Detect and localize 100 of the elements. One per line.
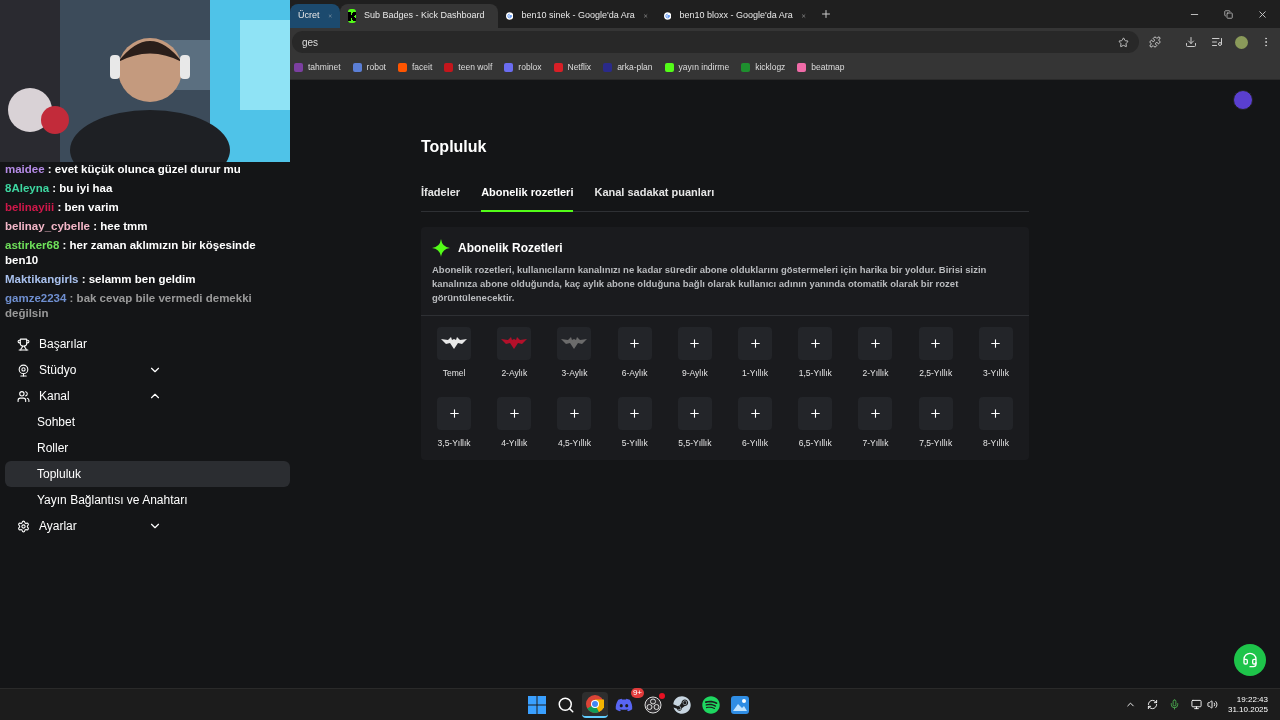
badge-label: 7-Yıllık bbox=[862, 437, 889, 450]
chat-message: belinay_cybelle : hee tmm bbox=[5, 219, 149, 234]
badge-label: 3-Aylık bbox=[561, 366, 588, 380]
address-bar[interactable]: ges bbox=[292, 31, 1139, 53]
browser-tab[interactable]: ben10 bloxx - Google'da Ara bbox=[656, 4, 814, 28]
bookmark[interactable]: robot bbox=[352, 61, 386, 74]
headset-icon bbox=[1242, 652, 1258, 668]
sidebar-item[interactable]: Ayarlar bbox=[5, 513, 290, 539]
bookmark[interactable]: kicklogz bbox=[741, 61, 786, 74]
badge-label: 3,5-Yıllık bbox=[437, 437, 471, 450]
card-description: Abonelik rozetleri, kullanıcıların kanalınızı ne kadar süredir abone olduklarını göstermeleri için harika bir yoldur. Birisi sizin kanalınıza abone olduğunda, kaç aylık abone olduğuna bağlı olarak kullanıcı adının yanında otomatik olarak bir rozet görüntülenecektir. bbox=[432, 262, 988, 305]
bookmark[interactable]: roblox bbox=[504, 61, 542, 74]
page-title: Topluluk bbox=[421, 137, 488, 157]
add-icon bbox=[748, 407, 762, 421]
add-icon bbox=[628, 407, 642, 421]
add-icon bbox=[628, 336, 642, 350]
bookmark[interactable]: Netflix bbox=[553, 61, 592, 74]
sidebar-item[interactable]: Topluluk bbox=[5, 461, 290, 487]
chat-username: astirker68 bbox=[5, 239, 60, 251]
chrome-logo-icon[interactable] bbox=[586, 694, 604, 713]
add-icon bbox=[989, 336, 1003, 350]
add-icon bbox=[929, 336, 943, 350]
support-button[interactable] bbox=[1234, 644, 1266, 676]
clock[interactable]: 19:22:43 31.10.2025 bbox=[1227, 694, 1268, 715]
close-tab-icon[interactable] bbox=[800, 11, 806, 21]
user-avatar[interactable] bbox=[1233, 90, 1253, 110]
kick-logo-icon bbox=[348, 9, 356, 23]
browser-tab[interactable]: Ücret bbox=[290, 4, 340, 28]
page-tab[interactable]: Abonelik rozetleri bbox=[481, 184, 574, 212]
media-controls-icon[interactable] bbox=[1211, 36, 1223, 48]
bookmark-star-icon[interactable] bbox=[1118, 36, 1129, 48]
badge-label: 6,5-Yıllık bbox=[798, 437, 832, 450]
sparkle-icon bbox=[432, 238, 450, 257]
sidebar-item[interactable]: Kanal bbox=[5, 383, 290, 409]
badge-label: 9-Aylık bbox=[682, 366, 708, 380]
add-icon bbox=[989, 407, 1003, 421]
badge-label: 1-Yıllık bbox=[742, 366, 769, 380]
bookmark[interactable]: tahminet bbox=[294, 61, 341, 74]
taskbar-app[interactable] bbox=[582, 691, 608, 718]
badge-label: 4,5-Yıllık bbox=[557, 437, 592, 450]
volume-icon[interactable] bbox=[1206, 699, 1218, 710]
add-icon bbox=[748, 336, 762, 350]
network-icon[interactable] bbox=[1190, 699, 1202, 710]
add-icon bbox=[869, 407, 882, 421]
add-icon bbox=[688, 336, 702, 350]
bookmark[interactable]: faceit bbox=[398, 61, 433, 74]
badge-slot[interactable] bbox=[437, 326, 472, 360]
card-title: Abonelik Rozetleri bbox=[458, 239, 563, 257]
sync-icon[interactable] bbox=[1146, 699, 1158, 710]
add-icon bbox=[568, 407, 581, 421]
profile-avatar[interactable] bbox=[1235, 35, 1248, 49]
sidebar-item[interactable]: Başarılar bbox=[5, 331, 290, 357]
chat-message: maidee : evet küçük olunca güzel durur mu bbox=[5, 162, 242, 177]
page-tab[interactable]: İfadeler bbox=[421, 184, 461, 212]
restore-icon[interactable] bbox=[1224, 9, 1233, 19]
badge-label: 4-Yıllık bbox=[501, 437, 528, 450]
close-tab-icon[interactable] bbox=[642, 11, 648, 21]
chat-username: gamze2234 bbox=[5, 292, 67, 304]
notification-badge: 9+ bbox=[630, 687, 644, 698]
badge-label: 6-Aylık bbox=[621, 366, 648, 380]
bookmark[interactable]: arka-plan bbox=[603, 61, 653, 74]
chat-username: Maktikangirls bbox=[5, 273, 79, 285]
webcam-icon bbox=[17, 363, 30, 377]
badge-label: Temel bbox=[442, 366, 466, 380]
add-icon bbox=[808, 336, 822, 350]
add-icon bbox=[688, 407, 702, 421]
settings-icon bbox=[17, 519, 30, 533]
chat-message: gamze2234 : bak cevap bile vermedi demekki değilsin bbox=[5, 291, 253, 321]
add-icon bbox=[808, 407, 822, 421]
bookmark[interactable]: teen wolf bbox=[444, 61, 493, 74]
add-icon bbox=[869, 336, 882, 350]
extensions-icon[interactable] bbox=[1149, 36, 1161, 48]
microphone-icon[interactable] bbox=[1168, 699, 1180, 710]
sidebar-item[interactable]: Yayın Bağlantısı ve Anahtarı bbox=[5, 487, 290, 513]
users-icon bbox=[17, 389, 30, 403]
page-tab[interactable]: Kanal sadakat puanları bbox=[594, 184, 715, 212]
badge-label: 2,5-Yıllık bbox=[919, 366, 953, 380]
badge-label: 6-Yıllık bbox=[742, 437, 769, 450]
badge-label: 3-Yıllık bbox=[982, 366, 1009, 380]
sidebar-item[interactable]: Roller bbox=[5, 435, 290, 461]
badge-label: 2-Yıllık bbox=[862, 366, 889, 380]
sidebar-item[interactable]: Sohbet bbox=[5, 409, 290, 435]
close-icon[interactable] bbox=[1257, 8, 1268, 20]
chat-username: belinayiii bbox=[5, 201, 55, 213]
browser-tab[interactable]: Sub Badges - Kick Dashboard bbox=[340, 4, 498, 28]
bookmark[interactable]: yayın indirme bbox=[664, 61, 730, 74]
badge-label: 2-Aylık bbox=[501, 366, 528, 380]
add-icon bbox=[447, 407, 461, 421]
add-icon bbox=[507, 407, 521, 421]
browser-tab[interactable]: ben10 sinek - Google'da Ara bbox=[498, 4, 656, 28]
chat-message: astirker68 : her zaman aklımızın bir köşesinde ben10 bbox=[5, 238, 257, 268]
badge-label: 5-Yıllık bbox=[621, 437, 648, 450]
sidebar-item[interactable]: Stüdyo bbox=[5, 357, 290, 383]
download-icon[interactable] bbox=[1185, 36, 1197, 48]
badge-label: 8-Yıllık bbox=[982, 437, 1009, 450]
google-logo-icon bbox=[664, 9, 672, 23]
trophy-icon bbox=[17, 337, 30, 351]
chat-username: maidee bbox=[5, 163, 45, 175]
bookmark[interactable]: beatmap bbox=[797, 61, 845, 74]
new-tab-icon[interactable] bbox=[820, 8, 832, 20]
